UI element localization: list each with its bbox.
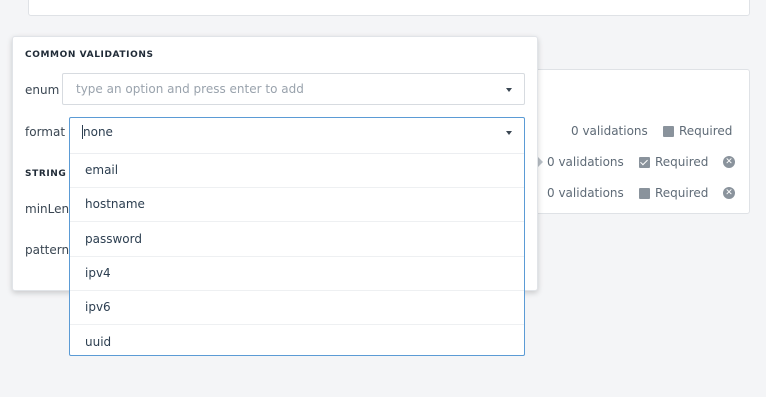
- validations-count[interactable]: 0 validations: [547, 186, 624, 200]
- required-label: Required: [679, 124, 733, 138]
- common-validations-title: COMMON VALIDATIONS: [25, 50, 154, 60]
- format-option-ipv6[interactable]: ipv6: [70, 291, 524, 325]
- top-card: [28, 0, 750, 16]
- validations-count[interactable]: 0 validations: [547, 155, 624, 169]
- property-row: 0 validations Required ✕: [511, 183, 751, 203]
- enum-input[interactable]: type an option and press enter to add: [62, 73, 525, 105]
- format-option-hostname[interactable]: hostname: [70, 188, 524, 222]
- option-label: hostname: [85, 197, 145, 211]
- option-label: email: [85, 163, 119, 177]
- option-label: password: [85, 232, 142, 246]
- format-selected-value: none: [83, 125, 113, 139]
- format-option-password[interactable]: password: [70, 223, 524, 257]
- validations-count[interactable]: 0 validations: [571, 124, 648, 138]
- text-cursor: [82, 125, 83, 139]
- option-label: uuid: [85, 335, 112, 349]
- enum-label: enum: [25, 83, 60, 97]
- enum-placeholder: type an option and press enter to add: [76, 82, 304, 96]
- caret-right-icon: [538, 157, 543, 167]
- option-label: ipv4: [85, 266, 111, 280]
- chevron-down-icon[interactable]: [506, 88, 512, 92]
- format-option-uuid[interactable]: uuid: [70, 326, 524, 355]
- property-row: 0 validations Required: [511, 121, 751, 141]
- format-option-email[interactable]: email: [70, 154, 524, 188]
- required-label: Required: [655, 186, 709, 200]
- pattern-label: pattern: [25, 243, 70, 257]
- schema-properties-card: 0 validations Required 0 validations Req…: [510, 69, 750, 214]
- required-checkbox[interactable]: [639, 187, 650, 199]
- format-select-input[interactable]: none: [70, 118, 524, 154]
- chevron-down-icon[interactable]: [506, 131, 512, 135]
- remove-icon[interactable]: ✕: [723, 156, 735, 168]
- property-row: 0 validations Required ✕: [511, 152, 751, 172]
- format-option-ipv4[interactable]: ipv4: [70, 257, 524, 291]
- format-label: format: [25, 125, 66, 139]
- required-checkbox[interactable]: [663, 125, 674, 137]
- remove-icon[interactable]: ✕: [723, 187, 735, 199]
- option-label: ipv6: [85, 300, 111, 314]
- format-select[interactable]: none email hostname password ipv4 ipv6 u…: [69, 117, 525, 356]
- required-label: Required: [655, 155, 709, 169]
- required-checkbox[interactable]: [639, 156, 650, 168]
